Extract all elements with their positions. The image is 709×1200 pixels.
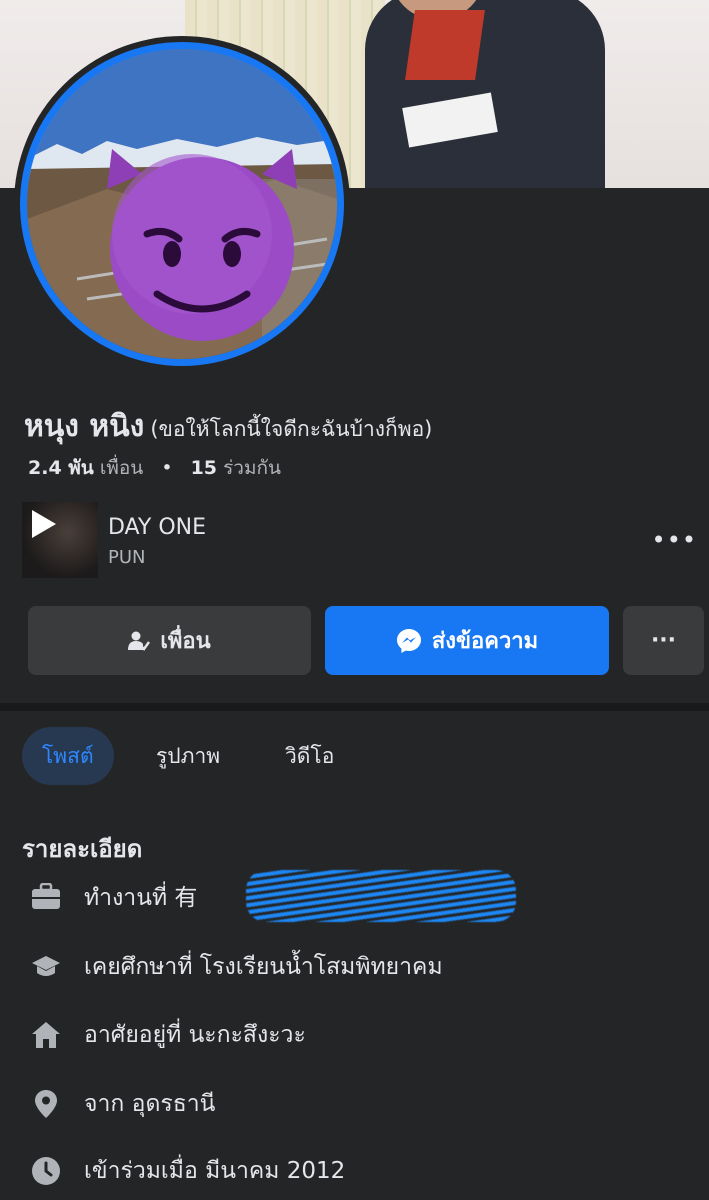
section-divider — [0, 703, 709, 711]
mutual-label[interactable]: ร่วมกัน — [223, 457, 281, 479]
home-icon — [28, 1017, 64, 1053]
friend-check-icon — [128, 631, 151, 651]
more-options-icon: ··· — [650, 628, 677, 653]
messenger-icon — [396, 628, 421, 653]
detail-education-text: เคยศึกษาที่ โรงเรียนน้ำโสมพิทยาคม — [84, 954, 443, 980]
music-more-icon[interactable]: ••• — [652, 526, 697, 554]
friends-label[interactable]: เพื่อน — [100, 457, 143, 479]
redaction-scribble — [246, 870, 516, 922]
tab-posts[interactable]: โพสต์ — [22, 727, 114, 785]
stats-separator: • — [161, 457, 173, 479]
music-artist: PUN — [108, 547, 146, 568]
music-title: DAY ONE — [108, 515, 207, 540]
message-button-label: ส่งข้อความ — [431, 629, 539, 654]
tab-photos[interactable]: รูปภาพ — [156, 727, 220, 785]
friends-button[interactable]: เพื่อน — [28, 606, 311, 675]
profile-name-line: หนุง หนิง (ขอให้โลกนี้ใจดีกะฉันบ้างก็พอ) — [24, 403, 432, 450]
location-pin-icon — [28, 1086, 64, 1122]
profile-music[interactable]: DAY ONE PUN ••• — [22, 502, 709, 582]
more-options-button[interactable]: ··· — [623, 606, 704, 675]
avatar-image — [27, 49, 337, 359]
cover-collar — [405, 10, 485, 80]
mutual-count[interactable]: 15 — [191, 457, 217, 479]
detail-from: จาก อุดรธานี — [28, 1084, 688, 1124]
detail-lives-in-text: อาศัยอยู่ที่ นะกะสึงะวะ — [84, 1022, 306, 1048]
detail-joined: เข้าร่วมเมื่อ มีนาคม 2012 — [28, 1151, 688, 1191]
detail-from-text: จาก อุดรธานี — [84, 1091, 216, 1117]
briefcase-icon — [28, 879, 64, 915]
profile-stats: 2.4 พัน เพื่อน • 15 ร่วมกัน — [28, 453, 281, 483]
friends-count[interactable]: 2.4 พัน — [28, 457, 94, 479]
music-thumbnail[interactable] — [22, 502, 98, 578]
profile-name: หนุง หนิง — [24, 409, 145, 444]
graduation-cap-icon — [28, 949, 64, 985]
friends-button-label: เพื่อน — [160, 629, 211, 654]
profile-alternate-name: (ขอให้โลกนี้ใจดีกะฉันบ้างก็พอ) — [150, 417, 433, 441]
detail-work-label: ทำงานที่ 有 — [84, 885, 198, 911]
clock-icon — [28, 1153, 64, 1189]
details-title: รายละเอียด — [22, 835, 143, 863]
detail-education: เคยศึกษาที่ โรงเรียนน้ำโสมพิทยาคม — [28, 947, 688, 987]
detail-lives-in: อาศัยอยู่ที่ นะกะสึงะวะ — [28, 1015, 688, 1055]
detail-work: ทำงานที่ 有 — [28, 870, 688, 922]
play-icon[interactable] — [32, 510, 56, 538]
message-button[interactable]: ส่งข้อความ — [325, 606, 609, 675]
tab-videos[interactable]: วิดีโอ — [285, 727, 334, 785]
avatar[interactable] — [27, 49, 337, 359]
detail-joined-text: เข้าร่วมเมื่อ มีนาคม 2012 — [84, 1158, 346, 1184]
detail-work-text: ทำงานที่ 有 — [84, 870, 516, 922]
